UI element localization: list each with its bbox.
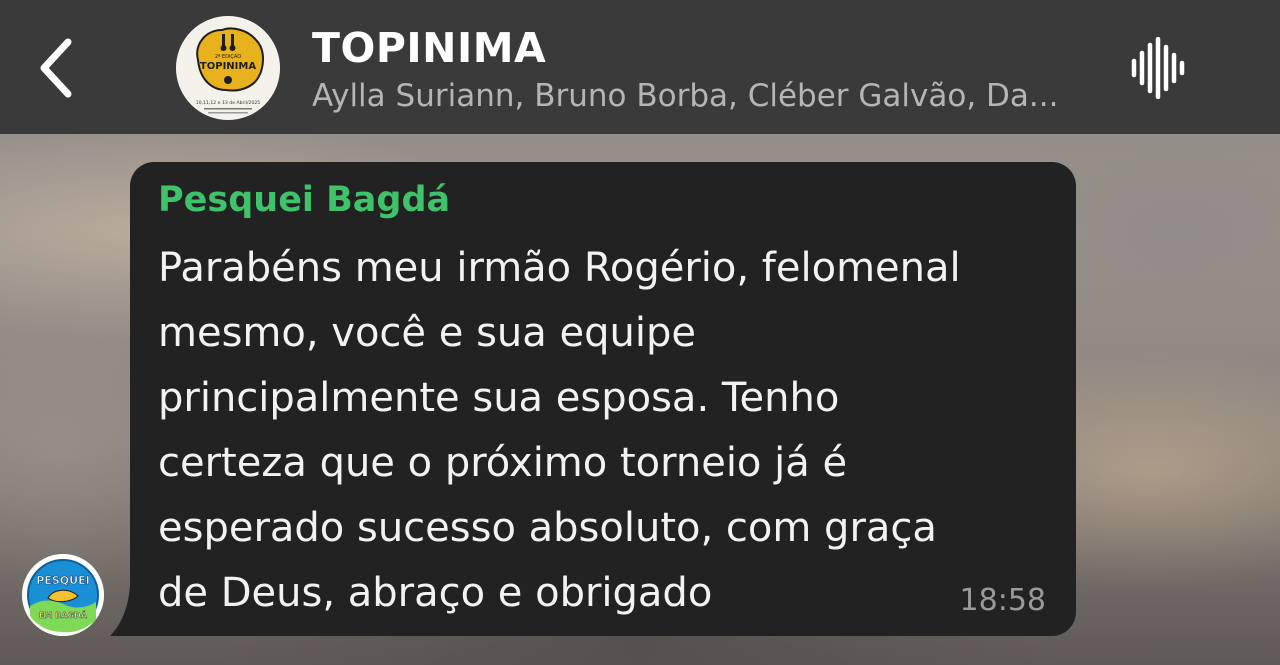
chat-header: 2ª EDIÇÃO TOPINIMA 10,11,12 e 13 de Abri…	[0, 0, 1280, 134]
back-button[interactable]	[26, 32, 86, 104]
message-bubble[interactable]: Pesquei Bagdá Parabéns meu irmão Rogério…	[130, 162, 1076, 636]
logo-name-text: TOPINIMA	[200, 61, 256, 72]
sender-avatar[interactable]: PESQUEI EM BAGDÁ	[22, 554, 104, 636]
message-text: Parabéns meu irmão Rogério, felomenal me…	[158, 236, 1058, 626]
message-line: mesmo, você e sua equipe	[158, 310, 696, 356]
message-line: certeza que o próximo torneio já é	[158, 440, 848, 486]
logo-dates-text: 10,11,12 e 13 de Abril/2025	[196, 100, 261, 106]
topinima-logo: 2ª EDIÇÃO TOPINIMA 10,11,12 e 13 de Abri…	[176, 16, 280, 120]
message-line: principalmente sua esposa. Tenho	[158, 375, 840, 421]
message-timestamp: 18:58	[959, 583, 1046, 618]
pesquei-bagda-logo: PESQUEI EM BAGDÁ	[22, 554, 104, 636]
logo-line2-text: EM BAGDÁ	[39, 609, 88, 620]
chevron-left-icon	[40, 38, 72, 98]
group-participants[interactable]: Aylla Suriann, Bruno Borba, Cléber Galvã…	[312, 78, 1102, 114]
logo-edition-text: 2ª EDIÇÃO	[215, 53, 241, 60]
group-avatar[interactable]: 2ª EDIÇÃO TOPINIMA 10,11,12 e 13 de Abri…	[176, 16, 280, 120]
message-line: Parabéns meu irmão Rogério, felomenal	[158, 245, 961, 291]
sender-name[interactable]: Pesquei Bagdá	[158, 180, 450, 220]
message-line: esperado sucesso absoluto, com graça	[158, 505, 937, 551]
message-line: de Deus, abraço e obrigado	[158, 570, 713, 616]
audio-call-button[interactable]	[1126, 36, 1190, 100]
chat-title[interactable]: TOPINIMA	[312, 24, 546, 72]
logo-line1-text: PESQUEI	[36, 574, 89, 587]
audio-waveform-icon	[1131, 37, 1185, 99]
